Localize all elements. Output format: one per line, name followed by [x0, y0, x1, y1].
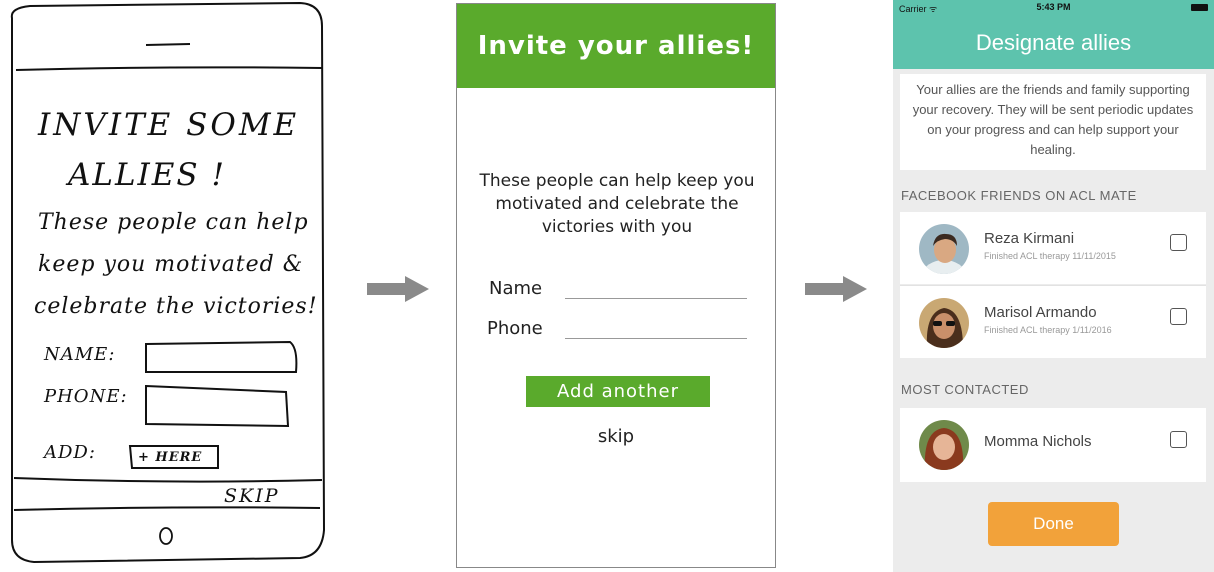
avatar	[919, 420, 969, 470]
mockup-header: Invite your allies!	[457, 4, 775, 88]
contact-name: Momma Nichols	[984, 433, 1092, 450]
mockup-phone-label: Phone	[487, 318, 543, 339]
mockup-panel: Invite your allies! These people can hel…	[456, 3, 776, 568]
sketch-add-button: + HERE	[138, 450, 203, 465]
status-time: 5:43 PM	[1036, 2, 1071, 12]
contact-row[interactable]: Marisol Armando Finished ACL therapy 1/1…	[900, 286, 1206, 358]
sketch-add-label: ADD:	[44, 442, 96, 463]
sketch-phone-outline	[10, 1, 326, 564]
intro-text: Your allies are the friends and family s…	[900, 74, 1206, 170]
status-bar: Carrier ᯤ 5:43 PM	[893, 1, 1214, 15]
done-button[interactable]: Done	[988, 502, 1119, 546]
contact-name: Marisol Armando	[984, 304, 1097, 321]
section-header-facebook: FACEBOOK FRIENDS ON ACL MATE	[901, 188, 1137, 203]
contact-name: Reza Kirmani	[984, 230, 1075, 247]
mockup-phone-field[interactable]	[565, 338, 747, 339]
sketch-name-label: NAME:	[44, 344, 116, 365]
mockup-name-field[interactable]	[565, 298, 747, 299]
sketch-phone-label: PHONE:	[44, 386, 128, 407]
skip-link[interactable]: skip	[457, 426, 775, 447]
sketch-skip: SKIP	[224, 485, 280, 507]
sketch-title-line1: INVITE SOME	[38, 107, 300, 143]
arrow-right-icon	[367, 276, 429, 302]
avatar	[919, 298, 969, 348]
nav-bar: Carrier ᯤ 5:43 PM Designate allies	[893, 0, 1214, 69]
mockup-name-label: Name	[489, 278, 543, 299]
mockup-description: These people can help keep you motivated…	[479, 171, 755, 237]
sketch-body-line3: celebrate the victories!	[34, 294, 318, 319]
contact-subtitle: Finished ACL therapy 1/11/2016	[984, 325, 1112, 335]
contact-row[interactable]: Momma Nichols	[900, 408, 1206, 482]
avatar	[919, 224, 969, 274]
contact-checkbox[interactable]	[1170, 234, 1187, 251]
contact-subtitle: Finished ACL therapy 11/11/2015	[984, 251, 1116, 261]
contact-checkbox[interactable]	[1170, 431, 1187, 448]
section-header-most-contacted: MOST CONTACTED	[901, 382, 1029, 397]
page-title: Designate allies	[975, 30, 1132, 55]
sketch-title-line2: ALLIES !	[68, 157, 226, 193]
add-another-button[interactable]: Add another	[526, 376, 710, 407]
battery-icon	[1191, 4, 1208, 11]
contact-checkbox[interactable]	[1170, 308, 1187, 325]
sketch-body-line2: keep you motivated &	[38, 252, 304, 277]
app-panel: Carrier ᯤ 5:43 PM Designate allies Your …	[893, 0, 1214, 572]
arrow-right-icon	[805, 276, 867, 302]
contact-row[interactable]: Reza Kirmani Finished ACL therapy 11/11/…	[900, 212, 1206, 284]
sketch-body-line1: These people can help	[38, 210, 309, 235]
sketch-panel: INVITE SOME ALLIES ! These people can he…	[0, 0, 335, 572]
